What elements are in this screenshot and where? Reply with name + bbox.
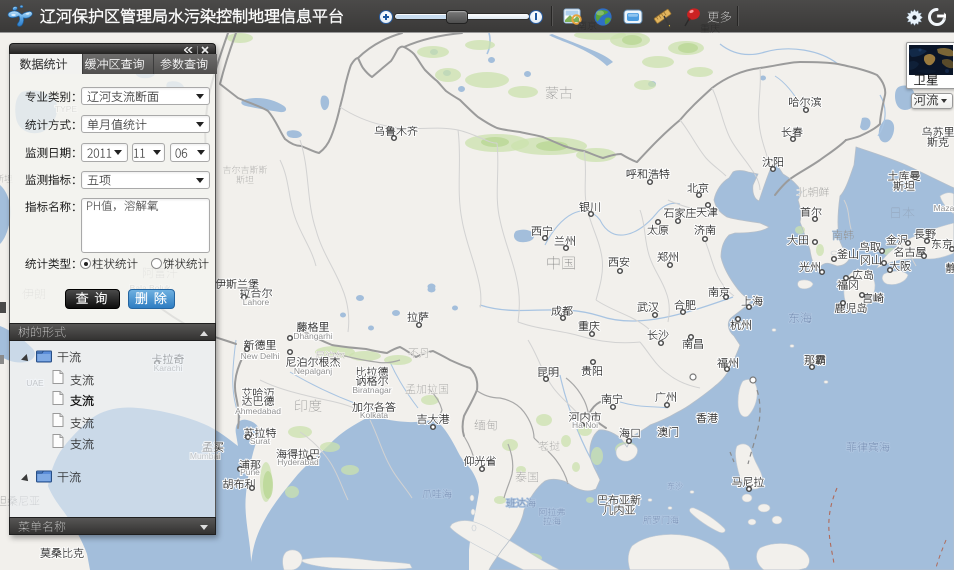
svg-text:Nepalganj: Nepalganj [294,366,332,376]
svg-text:Biratnagar: Biratnagar [352,385,391,395]
svg-text:Lahore: Lahore [243,297,270,307]
svg-text:Pune: Pune [240,467,260,477]
svg-text:Dhangarhi: Dhangarhi [293,331,332,341]
svg-text:Surat: Surat [250,436,271,446]
svg-text:Ahmedabad: Ahmedabad [235,406,281,416]
svg-text:Maza: Maza [934,203,954,213]
svg-text:Ha Noi: Ha Noi [572,420,598,430]
svg-text:Hyderabad: Hyderabad [277,457,319,467]
svg-text:New Delhi: New Delhi [241,351,280,361]
svg-text:Kolkata: Kolkata [360,410,389,420]
